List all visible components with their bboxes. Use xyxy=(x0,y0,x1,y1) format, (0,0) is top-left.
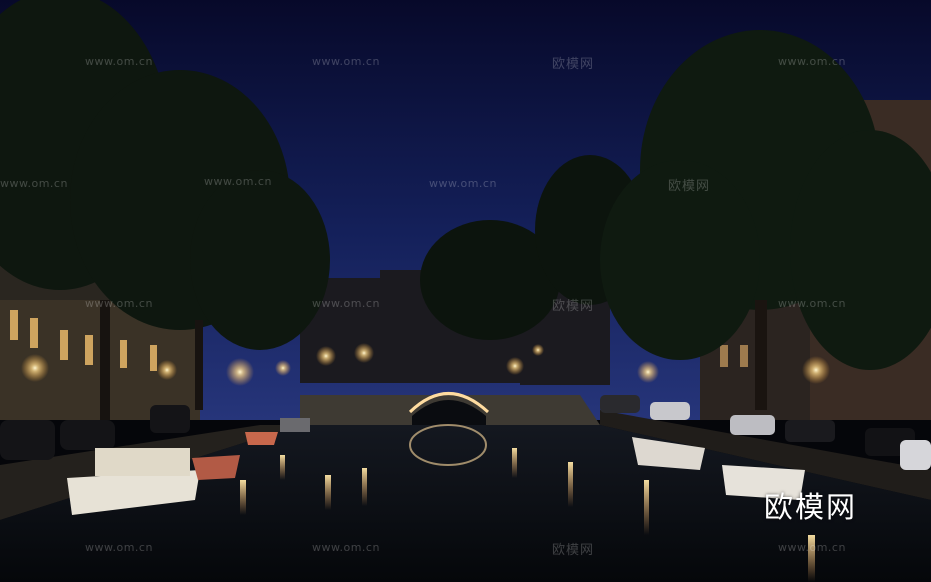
watermark-domain: www.om.cn xyxy=(778,541,846,554)
watermark-domain: www.om.cn xyxy=(312,541,380,554)
watermark-brand: 欧模网 xyxy=(668,179,711,194)
watermark-domain: www.om.cn xyxy=(312,297,380,310)
watermark-brand: 欧模网 xyxy=(552,57,595,72)
brand-logo: 欧模网 xyxy=(764,490,858,524)
watermark-brand: 欧模网 xyxy=(552,543,595,558)
watermark-domain: www.om.cn xyxy=(85,541,153,554)
watermark-domain: www.om.cn xyxy=(778,297,846,310)
arched-bridge xyxy=(300,392,600,425)
watermark-domain: www.om.cn xyxy=(0,177,68,190)
watermark-domain: www.om.cn xyxy=(85,297,153,310)
watermark-domain: www.om.cn xyxy=(204,175,272,188)
watermark-domain: www.om.cn xyxy=(778,55,846,68)
watermark-domain: www.om.cn xyxy=(312,55,380,68)
watermark-domain: www.om.cn xyxy=(85,55,153,68)
watermark-domain: www.om.cn xyxy=(429,177,497,190)
photo-canal-night: www.om.cn www.om.cn 欧模网 www.om.cn www.om… xyxy=(0,0,931,582)
watermark-brand: 欧模网 xyxy=(552,299,595,314)
